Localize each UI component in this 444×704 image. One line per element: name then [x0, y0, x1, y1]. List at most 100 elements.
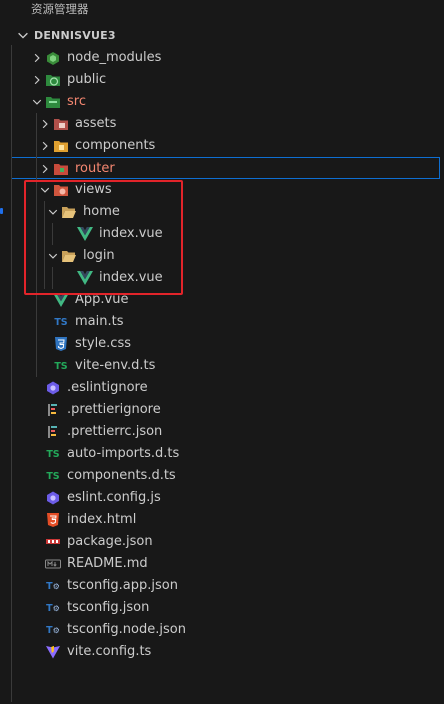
- tree-item[interactable]: package.json: [0, 531, 444, 553]
- public-folder-icon: [45, 73, 61, 87]
- tree-item[interactable]: home: [0, 201, 444, 223]
- file-tree: node_modulespublic src assets components rou…: [0, 45, 444, 702]
- tree-item[interactable]: assets: [0, 113, 444, 135]
- html-icon: [45, 513, 61, 527]
- chevron-down-icon[interactable]: [31, 96, 43, 108]
- views-folder-icon: [53, 183, 69, 197]
- tree-item-label: components.d.ts: [67, 468, 176, 483]
- chevron-down-icon[interactable]: [47, 206, 59, 218]
- folder-open-icon: [61, 249, 77, 263]
- tree-item-label: style.css: [75, 336, 131, 351]
- tree-item[interactable]: T⚙ tsconfig.node.json: [0, 619, 444, 641]
- assets-folder-icon: [53, 117, 69, 131]
- tree-item[interactable]: eslint.config.js: [0, 487, 444, 509]
- tree-item-label: package.json: [67, 534, 153, 549]
- tree-item-label: auto-imports.d.ts: [67, 446, 180, 461]
- typescript-icon: TS: [54, 316, 68, 328]
- project-root-header[interactable]: DENNISVUE3: [0, 24, 444, 46]
- indent-guide: [52, 223, 53, 245]
- markdown-icon: [45, 557, 61, 571]
- indent-guide: [52, 267, 53, 289]
- typescript-definition-icon: TS: [46, 448, 60, 460]
- eslint-icon: [45, 491, 61, 505]
- tree-item[interactable]: index.vue: [0, 267, 444, 289]
- tree-item-label: home: [83, 204, 120, 219]
- tree-item[interactable]: .prettierrc.json: [0, 421, 444, 443]
- nodejs-folder-icon: [45, 51, 61, 65]
- tsconfig-icon: T⚙: [46, 624, 60, 636]
- chevron-down-icon[interactable]: [47, 250, 59, 262]
- src-folder-icon: [45, 95, 61, 109]
- tree-item-label: components: [75, 138, 156, 153]
- tree-item[interactable]: T⚙ tsconfig.json: [0, 597, 444, 619]
- tree-item[interactable]: TS auto-imports.d.ts: [0, 443, 444, 465]
- tsconfig-icon: T⚙: [46, 580, 60, 592]
- tree-item-label: src: [67, 94, 86, 109]
- chevron-right-icon[interactable]: [39, 163, 51, 175]
- active-line-marker: [0, 208, 3, 214]
- eslint-icon: [45, 381, 61, 395]
- chevron-right-icon[interactable]: [31, 52, 43, 64]
- router-folder-icon: [53, 162, 69, 176]
- indent-guide: [44, 201, 45, 289]
- tree-item[interactable]: components: [0, 135, 444, 157]
- typescript-definition-icon: TS: [46, 470, 60, 482]
- tree-item[interactable]: index.vue: [0, 223, 444, 245]
- tree-item-label: views: [75, 182, 112, 197]
- scrollbar[interactable]: [440, 22, 444, 704]
- vite-icon: [45, 645, 61, 659]
- project-name: DENNISVUE3: [34, 28, 116, 42]
- explorer-title: 资源管理器: [31, 2, 89, 16]
- vue-icon: [77, 271, 93, 285]
- chevron-right-icon[interactable]: [31, 74, 43, 86]
- tree-item[interactable]: README.md: [0, 553, 444, 575]
- tree-item[interactable]: views: [0, 179, 444, 201]
- tree-item-label: router: [75, 161, 115, 176]
- typescript-definition-icon: TS: [54, 360, 68, 372]
- tree-item[interactable]: .prettierignore: [0, 399, 444, 421]
- tree-item-label: vite.config.ts: [67, 644, 152, 659]
- npm-icon: [45, 535, 61, 549]
- chevron-right-icon[interactable]: [39, 140, 51, 152]
- tree-item[interactable]: T⚙ tsconfig.app.json: [0, 575, 444, 597]
- tree-item-label: README.md: [67, 556, 148, 571]
- tree-item-label: .eslintignore: [67, 380, 148, 395]
- tree-item[interactable]: public: [0, 69, 444, 91]
- tree-item-label: eslint.config.js: [67, 490, 161, 505]
- chevron-right-icon[interactable]: [39, 118, 51, 130]
- tsconfig-icon: T⚙: [46, 602, 60, 614]
- tree-item-label: assets: [75, 116, 117, 131]
- tree-item-label: index.vue: [99, 226, 163, 241]
- folder-open-icon: [61, 205, 77, 219]
- chevron-down-icon[interactable]: [39, 184, 51, 196]
- tree-item-label: node_modules: [67, 50, 162, 65]
- tree-item[interactable]: TS components.d.ts: [0, 465, 444, 487]
- tree-item-label: vite-env.d.ts: [75, 358, 156, 373]
- tree-item[interactable]: App.vue: [0, 289, 444, 311]
- css-icon: [53, 337, 69, 351]
- tree-item-label: login: [83, 248, 115, 263]
- indent-guide: [36, 113, 37, 377]
- tree-item-label: tsconfig.json: [67, 600, 150, 615]
- tree-item-label: index.vue: [99, 270, 163, 285]
- tree-item-label: public: [67, 72, 107, 87]
- tree-item[interactable]: .eslintignore: [0, 377, 444, 399]
- tree-item[interactable]: router: [11, 157, 440, 179]
- tree-item[interactable]: TS main.ts: [0, 311, 444, 333]
- vue-icon: [53, 293, 69, 307]
- chevron-down-icon: [18, 32, 28, 39]
- tree-item[interactable]: TS vite-env.d.ts: [0, 355, 444, 377]
- tree-item-label: .prettierignore: [67, 402, 161, 417]
- tree-item-label: tsconfig.app.json: [67, 578, 178, 593]
- vue-icon: [77, 227, 93, 241]
- tree-item[interactable]: login: [0, 245, 444, 267]
- tree-item-label: index.html: [67, 512, 137, 527]
- tree-item-label: App.vue: [75, 292, 129, 307]
- tree-item[interactable]: style.css: [0, 333, 444, 355]
- tree-item[interactable]: node_modules: [0, 47, 444, 69]
- tree-item-label: main.ts: [75, 314, 124, 329]
- tree-item[interactable]: index.html: [0, 509, 444, 531]
- tree-item[interactable]: vite.config.ts: [0, 641, 444, 663]
- components-folder-icon: [53, 139, 69, 153]
- tree-item[interactable]: src: [0, 91, 444, 113]
